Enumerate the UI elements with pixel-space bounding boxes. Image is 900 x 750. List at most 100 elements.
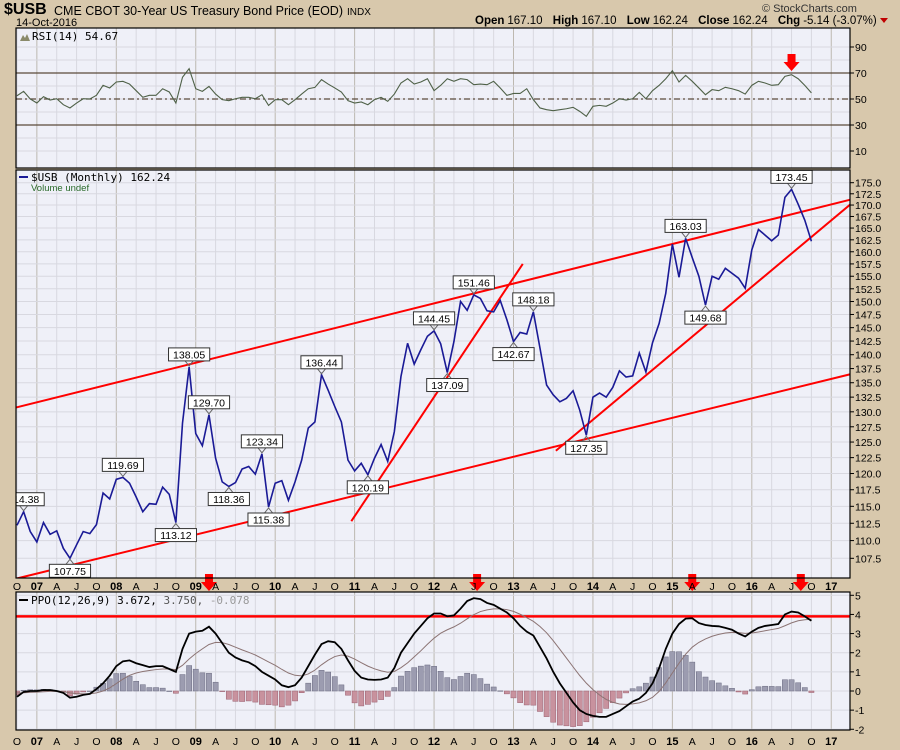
x-axis-label: J — [789, 736, 794, 748]
x-axis-label: A — [609, 736, 616, 748]
x-axis-label: O — [648, 581, 656, 593]
x-axis-label: J — [392, 581, 397, 593]
x-axis-label: J — [471, 581, 476, 593]
histogram-bar — [775, 686, 782, 692]
x-axis-label: O — [807, 736, 815, 748]
x-axis-label: O — [410, 581, 418, 593]
histogram-bar — [345, 690, 351, 696]
x-axis-label: A — [133, 581, 140, 593]
histogram-bar — [464, 672, 471, 692]
x-axis-label: A — [212, 581, 219, 593]
histogram-bar — [596, 690, 603, 714]
price-tick-label: 142.5 — [855, 336, 881, 348]
x-axis-label: A — [53, 581, 60, 593]
histogram-bar — [358, 690, 365, 707]
price-label: 144.45 — [418, 313, 450, 325]
x-axis-label: J — [551, 736, 556, 748]
price-tick-label: 127.5 — [855, 422, 881, 434]
x-axis-label: 15 — [666, 581, 678, 593]
open-value: 167.10 — [507, 15, 543, 27]
high-label: High — [552, 15, 579, 27]
ppo-tick-label: 4 — [855, 609, 861, 621]
histogram-bar — [543, 690, 550, 717]
x-axis-label: 14 — [587, 581, 600, 593]
histogram-bar — [762, 685, 768, 692]
histogram-bar — [556, 690, 563, 726]
x-axis-label: 08 — [110, 736, 122, 748]
x-axis-label: 08 — [110, 581, 122, 593]
x-axis-label: J — [709, 736, 714, 748]
x-axis-label: O — [331, 736, 339, 748]
histogram-bar — [788, 679, 795, 692]
volume-legend: Volume undef — [31, 183, 89, 194]
ppo-legend-name: PPO(12,26,9) — [31, 594, 117, 607]
ppo-legend-signal: 3.750, — [163, 594, 209, 607]
histogram-bar — [225, 690, 232, 700]
histogram-bar — [391, 687, 398, 692]
x-axis-label: 09 — [190, 736, 202, 748]
price-tick-label: 125.0 — [855, 437, 881, 449]
x-axis-label: A — [609, 581, 616, 593]
histogram-bar — [398, 675, 404, 692]
x-axis-label: O — [569, 581, 577, 593]
x-axis-label: 12 — [428, 736, 440, 748]
histogram-bar — [318, 670, 325, 692]
x-axis-label: A — [689, 581, 696, 593]
histogram-bar — [219, 690, 226, 692]
x-axis-label: O — [569, 736, 577, 748]
histogram-bar — [325, 671, 331, 692]
x-axis-label: O — [172, 736, 180, 748]
x-axis-label: A — [768, 736, 775, 748]
x-axis-label: 17 — [825, 736, 837, 748]
price-tick-label: 137.5 — [855, 364, 881, 376]
histogram-bar — [504, 690, 510, 695]
price-tick-label: 152.5 — [855, 284, 881, 296]
description-text: CME CBOT 30-Year US Treasury Bond Price … — [54, 4, 343, 18]
price-tick-label: 120.0 — [855, 469, 881, 481]
ppo-legend-value: 3.672, — [117, 594, 163, 607]
price-label: 120.19 — [352, 482, 384, 494]
histogram-bar — [305, 682, 312, 692]
ppo-legend-histogram: -0.078 — [210, 594, 250, 607]
histogram-bar — [259, 690, 265, 705]
histogram-bar — [457, 676, 464, 692]
histogram-bar — [298, 690, 305, 693]
histogram-bar — [616, 690, 623, 699]
chart-date: 14-Oct-2016 — [16, 17, 78, 29]
histogram-bar — [212, 681, 219, 692]
price-label: 129.70 — [193, 397, 225, 409]
x-axis-label: A — [292, 736, 299, 748]
x-axis-label: O — [172, 581, 180, 593]
close-label: Close — [698, 15, 730, 27]
histogram-bar — [146, 687, 153, 692]
histogram-bar — [404, 671, 411, 692]
ppo-tick-label: -1 — [855, 705, 864, 717]
x-axis-label: J — [709, 581, 714, 593]
price-tick-label: 170.0 — [855, 200, 881, 212]
low-label: Low — [626, 15, 650, 27]
histogram-bar — [417, 665, 424, 692]
price-tick-label: 155.0 — [855, 271, 881, 283]
x-axis-label: J — [630, 736, 635, 748]
price-label: 163.03 — [670, 221, 702, 233]
x-axis-label: J — [233, 736, 238, 748]
ppo-tick-label: 5 — [855, 590, 861, 602]
price-label: 136.44 — [305, 357, 337, 369]
rsi-panel-bg — [16, 28, 850, 168]
price-label: 114.38 — [8, 494, 39, 506]
price-label: 115.38 — [253, 514, 284, 526]
histogram-bar — [245, 690, 252, 702]
price-tick-label: 140.0 — [855, 350, 881, 362]
x-axis-label: A — [450, 736, 457, 748]
histogram-bar — [742, 690, 749, 695]
x-axis-label: A — [292, 581, 299, 593]
x-axis-label: 13 — [507, 581, 519, 593]
histogram-bar — [477, 678, 484, 692]
histogram-bar — [153, 687, 159, 692]
histogram-bar — [715, 682, 722, 692]
x-axis-label: A — [450, 581, 457, 593]
price-tick-label: 162.5 — [855, 235, 881, 247]
x-axis-label: A — [768, 581, 775, 593]
histogram-bar — [722, 685, 729, 692]
rsi-tick-label: 50 — [855, 94, 867, 106]
